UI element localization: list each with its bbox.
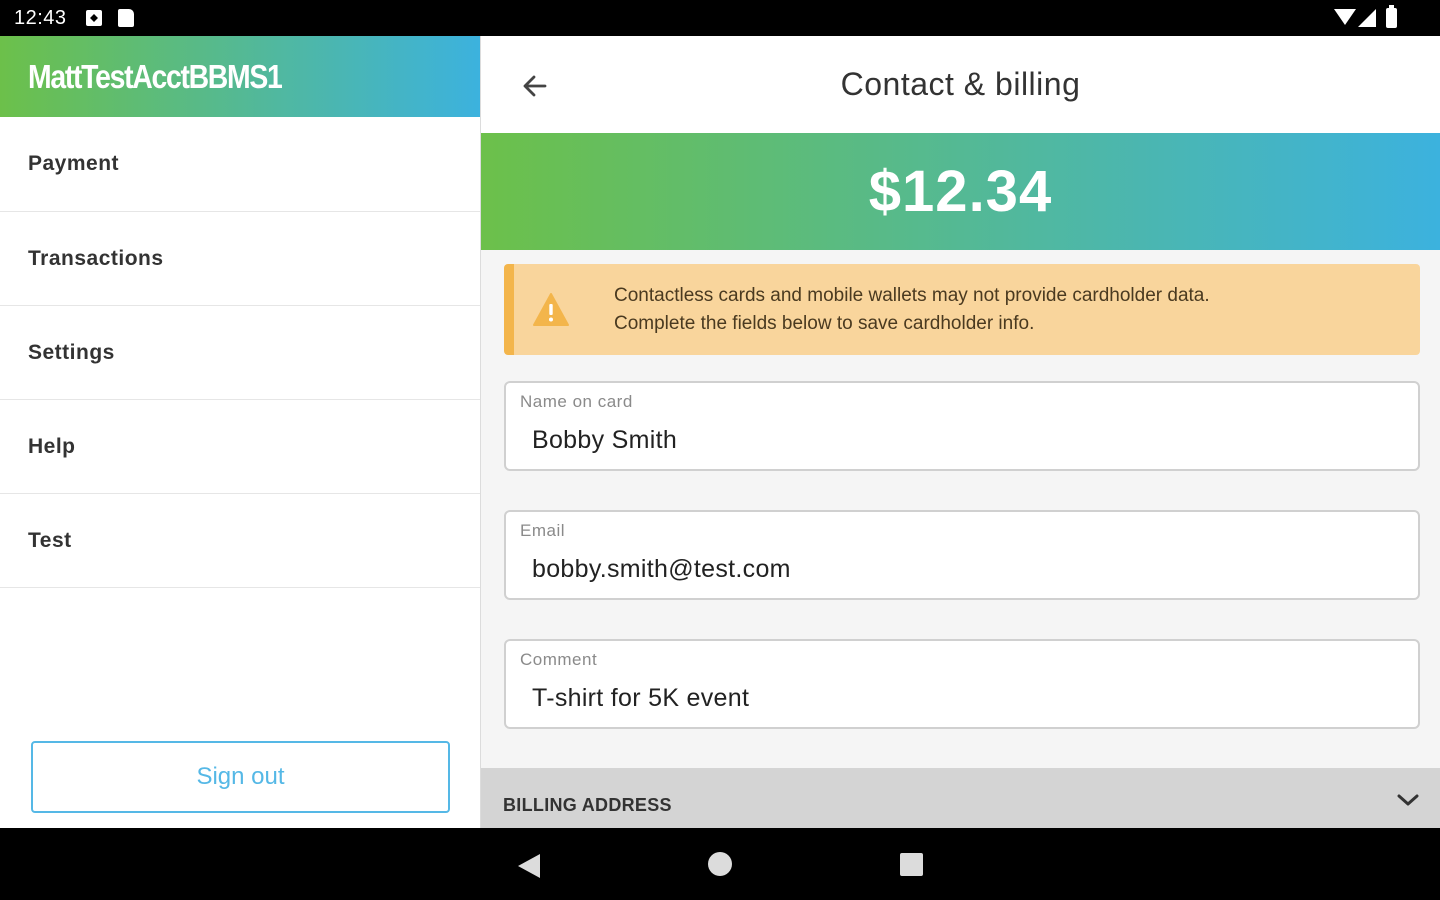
email-label: Email xyxy=(520,521,566,540)
drawer-item-settings[interactable]: Settings xyxy=(0,306,480,400)
chevron-down-icon xyxy=(1397,794,1419,806)
nav-home-icon[interactable] xyxy=(708,852,732,876)
signal-icon xyxy=(1358,9,1376,27)
page-title: Contact & billing xyxy=(840,66,1081,102)
amount-value: $12.34 xyxy=(868,159,1053,224)
battery-icon xyxy=(1386,5,1397,28)
email-value: bobby.smith@test.com xyxy=(532,555,791,583)
drawer-item-label: Help xyxy=(28,434,76,458)
drawer-menu: Payment Transactions Settings Help Test xyxy=(0,117,480,588)
contact-billing-screen: Contact & billing $12.34 Contactless car… xyxy=(481,36,1440,828)
name-on-card-value: Bobby Smith xyxy=(532,426,678,454)
drawer-item-label: Payment xyxy=(28,152,120,175)
warning-triangle-icon xyxy=(533,292,569,326)
status-bar: 12:43 xyxy=(0,0,1440,36)
name-on-card-field[interactable]: Name on card Bobby Smith xyxy=(504,381,1420,471)
drawer-item-test[interactable]: Test xyxy=(0,494,480,588)
drawer-item-help[interactable]: Help xyxy=(0,400,480,494)
comment-label: Comment xyxy=(520,650,598,669)
name-on-card-label: Name on card xyxy=(520,392,633,411)
drawer-item-label: Test xyxy=(28,528,72,552)
warning-line-2: Complete the fields below to save cardho… xyxy=(614,312,1035,334)
wifi-icon xyxy=(1334,9,1356,25)
comment-field[interactable]: Comment T-shirt for 5K event xyxy=(504,639,1420,729)
warning-line-1: Contactless cards and mobile wallets may… xyxy=(614,284,1210,306)
warning-banner: Contactless cards and mobile wallets may… xyxy=(504,264,1420,355)
billing-address-label: BILLING ADDRESS xyxy=(503,795,672,815)
notification-icon xyxy=(86,10,102,26)
billing-address-section[interactable]: BILLING ADDRESS xyxy=(481,768,1440,828)
sign-out-button[interactable]: Sign out xyxy=(31,741,450,813)
comment-value: T-shirt for 5K event xyxy=(532,684,750,712)
navigation-drawer: MattTestAcctBBMS1 Payment Transactions S… xyxy=(0,36,480,828)
email-field[interactable]: Email bobby.smith@test.com xyxy=(504,510,1420,600)
drawer-header: MattTestAcctBBMS1 xyxy=(0,36,480,117)
sd-card-icon xyxy=(118,9,134,27)
status-time: 12:43 xyxy=(14,7,67,29)
system-nav-bar xyxy=(0,828,1440,900)
amount-banner: $12.34 xyxy=(481,133,1440,250)
drawer-item-label: Transactions xyxy=(28,246,164,270)
nav-recents-icon[interactable] xyxy=(900,853,923,876)
app-bar: Contact & billing xyxy=(481,36,1440,133)
account-name: MattTestAcctBBMS1 xyxy=(28,58,283,95)
drawer-item-transactions[interactable]: Transactions xyxy=(0,212,480,306)
warning-message: Contactless cards and mobile wallets may… xyxy=(614,282,1210,338)
nav-back-icon[interactable] xyxy=(516,852,542,880)
drawer-item-payment[interactable]: Payment xyxy=(0,117,480,212)
drawer-item-label: Settings xyxy=(28,340,115,364)
